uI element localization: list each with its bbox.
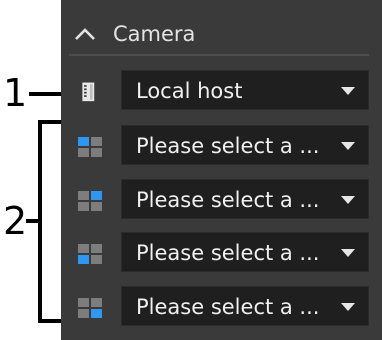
camera-select-value: Please select a ... (136, 241, 320, 265)
camera-panel: Camera Local host Please select a ... Pl… (61, 0, 382, 340)
camera-select-2[interactable]: Please select a ... (121, 179, 369, 219)
chevron-down-icon (341, 196, 355, 204)
camera-select-value: Please select a ... (136, 295, 320, 319)
grid-quadrant-4-icon (78, 298, 102, 318)
section-title: Camera (113, 22, 196, 46)
grid-quadrant-1-icon (78, 137, 102, 157)
camera-row-4: Please select a ... (61, 284, 382, 328)
chevron-down-icon (341, 249, 355, 257)
camera-section-header[interactable]: Camera (61, 12, 382, 56)
chevron-down-icon (341, 142, 355, 150)
camera-select-3[interactable]: Please select a ... (121, 232, 369, 272)
host-select[interactable]: Local host (121, 70, 369, 110)
host-select-value: Local host (136, 79, 243, 103)
server-icon (82, 82, 95, 102)
chevron-up-icon[interactable] (73, 24, 97, 44)
grid-quadrant-3-icon (78, 244, 102, 264)
camera-row-3: Please select a ... (61, 230, 382, 274)
camera-row-2: Please select a ... (61, 177, 382, 221)
divider (69, 54, 369, 56)
chevron-down-icon (341, 87, 355, 95)
callout-2-line (26, 219, 40, 223)
camera-row-1: Please select a ... (61, 123, 382, 167)
chevron-down-icon (341, 303, 355, 311)
camera-select-value: Please select a ... (136, 134, 320, 158)
camera-select-4[interactable]: Please select a ... (121, 286, 369, 326)
callout-1-label: 1 (3, 71, 28, 115)
host-row: Local host (61, 68, 382, 112)
camera-select-value: Please select a ... (136, 188, 320, 212)
camera-select-1[interactable]: Please select a ... (121, 125, 369, 165)
callout-2-label: 2 (3, 199, 28, 243)
grid-quadrant-2-icon (78, 191, 102, 211)
